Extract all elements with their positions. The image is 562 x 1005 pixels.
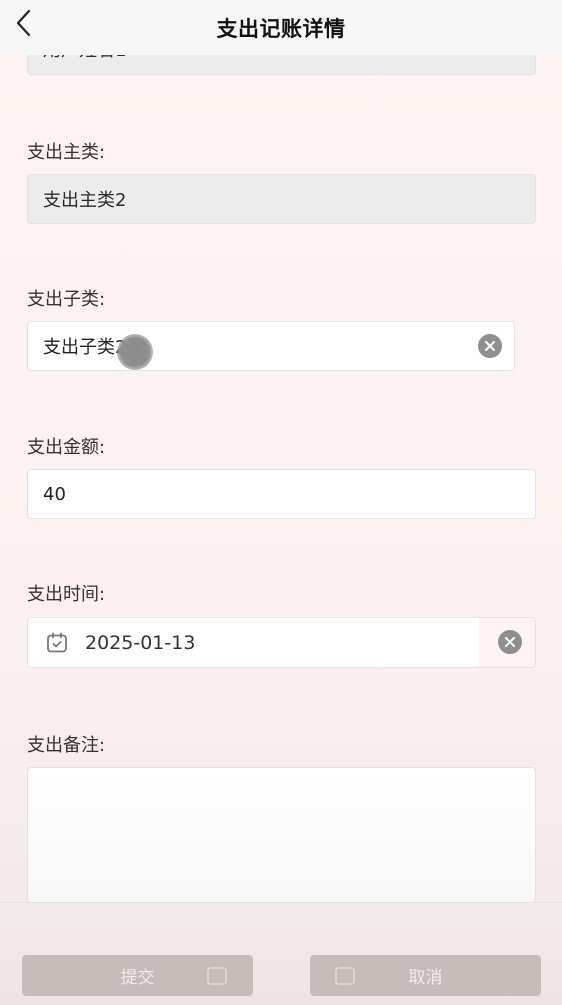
submit-button[interactable]: 提交 xyxy=(22,955,253,996)
main-category-value: 支出主类2 xyxy=(43,190,127,211)
cancel-label: 取消 xyxy=(408,968,443,988)
close-circle-icon[interactable] xyxy=(478,334,502,358)
faded-icon xyxy=(332,962,358,988)
calendar-check-icon xyxy=(45,631,69,655)
time-value: 2025-01-13 xyxy=(85,631,196,654)
touch-indicator xyxy=(117,334,153,370)
amount-value: 40 xyxy=(43,483,66,505)
amount-input[interactable]: 40 xyxy=(27,469,536,519)
remark-label: 支出备注: xyxy=(27,735,106,756)
amount-label: 支出金额: xyxy=(27,437,106,458)
submit-label: 提交 xyxy=(120,968,155,988)
sub-category-value: 支出子类2 xyxy=(43,337,127,358)
sub-category-field[interactable]: 支出子类2 xyxy=(27,321,515,371)
chevron-left-icon[interactable] xyxy=(6,6,40,40)
cancel-button[interactable]: 取消 xyxy=(310,955,541,996)
time-label: 支出时间: xyxy=(27,584,106,605)
main-category-field: 支出主类2 xyxy=(27,174,536,224)
close-circle-icon[interactable] xyxy=(498,630,522,654)
remark-textarea[interactable] xyxy=(27,767,536,903)
form-content: 用户姓名1 支出主类: 支出主类2 支出子类: 支出子类2 支出金额: 40 支… xyxy=(0,0,562,1005)
time-picker-field[interactable]: 2025-01-13 xyxy=(27,617,536,668)
main-category-label: 支出主类: xyxy=(27,142,106,163)
sub-category-label: 支出子类: xyxy=(27,289,106,310)
page-title: 支出记账详情 xyxy=(216,16,346,41)
header-bar: 支出记账详情 xyxy=(0,0,562,55)
faded-icon xyxy=(204,962,230,988)
